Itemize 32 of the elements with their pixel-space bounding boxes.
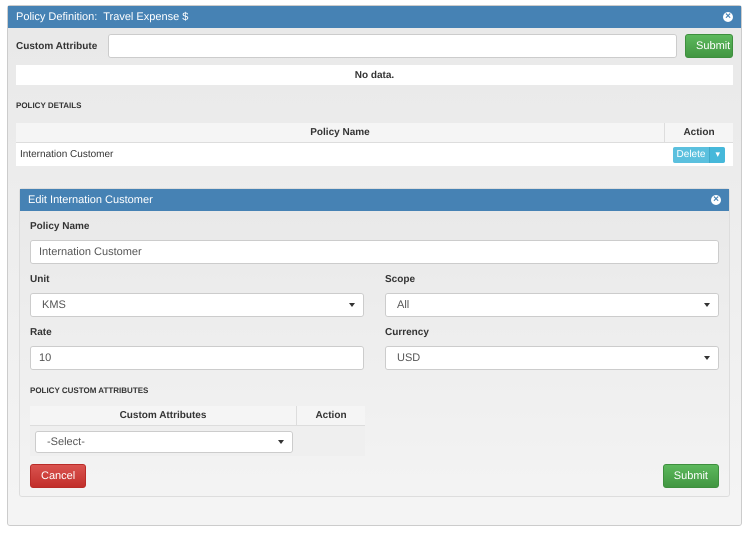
select-field[interactable]: All: [385, 293, 719, 317]
caret-icon: [349, 303, 355, 307]
caret-icon: [704, 356, 710, 360]
panel-title: Policy Definition: Travel Expense $: [16, 10, 188, 25]
caret-icon: [278, 440, 284, 444]
field-label: Policy Name: [30, 220, 90, 234]
field-label: Currency: [385, 326, 430, 340]
select-field[interactable]: KMS: [30, 293, 364, 317]
close-button[interactable]: ×: [723, 12, 733, 22]
column-header: Action: [683, 126, 715, 140]
field-label: Rate: [30, 326, 53, 340]
column-header: Policy Name: [310, 126, 370, 140]
submit-button[interactable]: Submit: [662, 464, 719, 488]
select-field[interactable]: -Select-: [35, 431, 293, 453]
text-input[interactable]: Internation Customer: [30, 240, 719, 264]
column-header: Action: [315, 409, 347, 423]
field-label: Unit: [30, 273, 50, 287]
select-field[interactable]: USD: [385, 346, 719, 370]
section-heading: POLICY DETAILS: [16, 100, 82, 112]
cancel-button[interactable]: Cancel: [30, 464, 86, 488]
column-header: Custom Attributes: [120, 409, 206, 423]
text-input[interactable]: 10: [30, 346, 364, 370]
field-label: Custom Attribute: [16, 40, 98, 54]
submit-button[interactable]: Submit: [685, 34, 733, 58]
section-heading: POLICY CUSTOM ATTRIBUTES: [30, 385, 150, 397]
close-button[interactable]: ×: [711, 195, 721, 205]
caret-icon: [704, 303, 710, 307]
table-cell: Internation Customer: [20, 149, 114, 160]
custom-attribute-input[interactable]: [108, 34, 677, 58]
field-label: Scope: [385, 273, 416, 287]
empty-message: No data.: [354, 68, 394, 82]
edit-panel-title: Edit Internation Customer: [28, 192, 153, 208]
